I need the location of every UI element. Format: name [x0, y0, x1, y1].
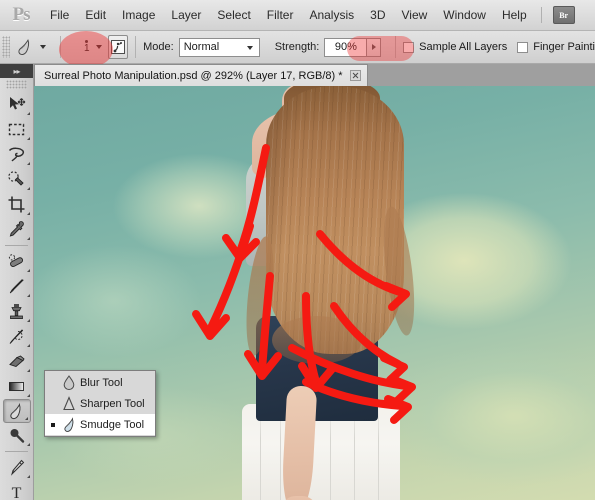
flyout-item-sharpen-tool[interactable]: Sharpen Tool	[45, 393, 155, 414]
tool-horizontal-type[interactable]: T	[2, 480, 32, 500]
menu-select[interactable]: Select	[209, 0, 258, 31]
menu-file[interactable]: File	[42, 0, 77, 31]
tool-gradient[interactable]	[2, 374, 32, 399]
brush-preset-caret-icon[interactable]	[95, 45, 102, 49]
smudge-finger-icon	[58, 417, 80, 432]
toolbox-panel: ▸▸ T	[0, 64, 34, 500]
mode-label: Mode:	[143, 41, 174, 53]
document-tab[interactable]: Surreal Photo Manipulation.psd @ 292% (L…	[34, 64, 368, 86]
tool-pen[interactable]	[2, 455, 32, 480]
blend-mode-select[interactable]: Normal	[178, 37, 260, 57]
blur-drop-icon	[58, 375, 80, 390]
mode-chevron-down-icon[interactable]	[246, 45, 253, 50]
strength-label: Strength:	[274, 41, 320, 53]
close-icon[interactable]	[349, 70, 361, 81]
options-bar-grip[interactable]	[2, 36, 10, 58]
tool-eyedropper[interactable]	[2, 217, 32, 242]
brush-preset-picker[interactable]: 1	[68, 34, 106, 60]
launch-bridge-button[interactable]: Br	[552, 6, 575, 24]
document-tab-title: Surreal Photo Manipulation.psd @ 292% (L…	[44, 69, 343, 82]
toolbox-divider-1	[5, 245, 28, 246]
tool-crop[interactable]	[2, 192, 32, 217]
menu-edit[interactable]: Edit	[77, 0, 114, 31]
flyout-corner-icon	[26, 344, 30, 347]
tool-history-brush[interactable]	[2, 324, 32, 349]
menu-layer[interactable]: Layer	[163, 0, 209, 31]
blend-mode-value: Normal	[183, 41, 220, 53]
flyout-corner-icon	[26, 212, 30, 215]
tool-brush[interactable]	[2, 274, 32, 299]
strength-slider-arrow-icon[interactable]	[366, 37, 382, 57]
sample-all-layers-label: Sample All Layers	[419, 41, 508, 53]
brush-panel-icon[interactable]	[107, 35, 129, 59]
flyout-selected-bullet-icon	[47, 422, 58, 427]
document-tab-strip: Surreal Photo Manipulation.psd @ 292% (L…	[0, 64, 595, 86]
smudge-tool-icon[interactable]	[14, 34, 37, 60]
options-bar: 1 Mode: Normal Strength: 90% Sample All …	[0, 31, 595, 64]
flyout-corner-icon	[26, 162, 30, 165]
menu-3d[interactable]: 3D	[362, 0, 393, 31]
flyout-corner-icon	[26, 394, 30, 397]
subject-figure	[34, 86, 595, 500]
tool-clone-stamp[interactable]	[2, 299, 32, 324]
strength-input[interactable]: 90%	[324, 37, 367, 57]
menu-view[interactable]: View	[393, 0, 435, 31]
flyout-corner-icon	[26, 237, 30, 240]
tool-preset-caret-icon[interactable]	[39, 45, 46, 49]
menu-window[interactable]: Window	[435, 0, 494, 31]
menu-help[interactable]: Help	[494, 0, 535, 31]
document-canvas[interactable]	[34, 86, 595, 500]
tool-lasso[interactable]	[2, 142, 32, 167]
flyout-item-blur-tool[interactable]: Blur Tool	[45, 372, 155, 393]
menu-image[interactable]: Image	[114, 0, 163, 31]
sample-all-layers-checkbox[interactable]: Sample All Layers	[403, 41, 507, 53]
flyout-corner-icon	[26, 369, 30, 372]
brush-size-label: 1	[84, 43, 90, 54]
menu-analysis[interactable]: Analysis	[301, 0, 362, 31]
options-divider-2	[135, 36, 137, 58]
flyout-label-blur-tool: Blur Tool	[80, 376, 123, 389]
tool-eraser[interactable]	[2, 349, 32, 374]
photoshop-window: Ps File Edit Image Layer Select Filter A…	[0, 0, 595, 500]
flyout-corner-icon	[26, 319, 30, 322]
double-chevron-right-icon: ▸▸	[13, 66, 20, 76]
flyout-corner-icon	[26, 269, 30, 272]
finger-painting-box-icon[interactable]	[517, 41, 529, 53]
finger-painting-label: Finger Painti	[533, 41, 595, 53]
flyout-corner-icon	[26, 137, 30, 140]
sharpen-triangle-icon	[58, 396, 80, 411]
finger-painting-checkbox[interactable]: Finger Painti	[517, 41, 595, 53]
strength-control[interactable]: 90%	[324, 37, 382, 57]
flyout-corner-icon	[24, 417, 28, 420]
tool-rectangular-marquee[interactable]	[2, 117, 32, 142]
flyout-corner-icon	[26, 475, 30, 478]
toolbox-grip[interactable]	[6, 80, 27, 89]
svg-text:T: T	[12, 485, 22, 500]
flyout-label-smudge-tool: Smudge Tool	[80, 418, 145, 431]
flyout-corner-icon	[26, 443, 30, 446]
tool-spot-healing-brush[interactable]	[2, 249, 32, 274]
hair	[266, 86, 404, 354]
sample-all-layers-box-icon[interactable]	[403, 41, 415, 53]
toolbox-collapse-button[interactable]: ▸▸	[0, 64, 33, 78]
options-divider-3	[395, 36, 397, 58]
photoshop-logo: Ps	[12, 4, 31, 25]
flyout-corner-icon	[26, 112, 30, 115]
flyout-corner-icon	[26, 294, 30, 297]
tool-dodge[interactable]	[2, 423, 32, 448]
flyout-corner-icon	[26, 187, 30, 190]
smudge-tool-flyout-menu[interactable]: Blur Tool Sharpen Tool Smudge Tool	[44, 370, 156, 437]
tool-smudge[interactable]	[2, 399, 31, 423]
flyout-item-smudge-tool[interactable]: Smudge Tool	[45, 414, 155, 435]
toolbox-divider-2	[5, 451, 28, 452]
flyout-label-sharpen-tool: Sharpen Tool	[80, 397, 145, 410]
tool-quick-selection[interactable]	[2, 167, 32, 192]
menu-bar: Ps File Edit Image Layer Select Filter A…	[0, 0, 595, 31]
options-divider-1	[59, 36, 61, 58]
menu-filter[interactable]: Filter	[259, 0, 302, 31]
tool-move[interactable]	[2, 92, 32, 117]
menu-divider	[540, 7, 542, 23]
